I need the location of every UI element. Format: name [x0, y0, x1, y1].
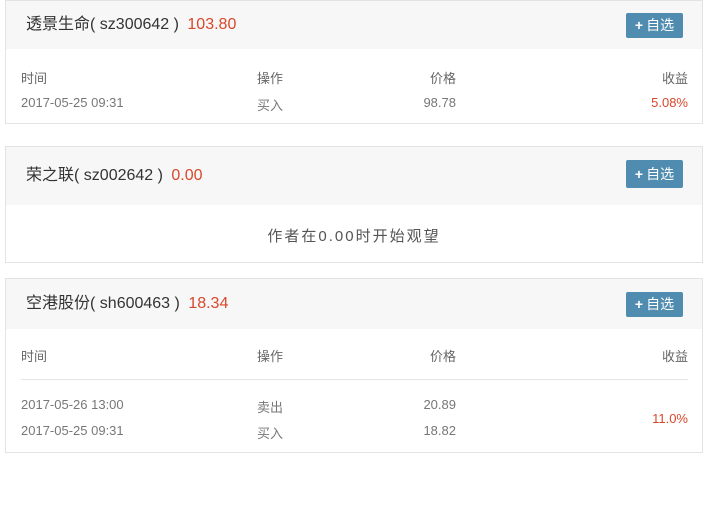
trade-price: 20.89: [423, 397, 456, 412]
trade-action: 买入: [257, 426, 284, 441]
plus-icon: +: [634, 166, 644, 182]
add-watchlist-label: 自选: [646, 296, 675, 312]
stock-title: 透景生命( sz300642 ) 103.80: [26, 1, 236, 49]
table-divider: [21, 379, 688, 380]
trade-profit: 5.08%: [651, 95, 688, 110]
stock-price: 103.80: [187, 16, 237, 33]
stock-card: 荣之联( sz002642 ) 0.00 + 自选 作者在0.00时开始观望: [5, 146, 703, 263]
card-header: 透景生命( sz300642 ) 103.80 + 自选: [6, 1, 702, 49]
column-header-time: 时间: [21, 71, 48, 86]
stock-name: 荣之联: [26, 167, 75, 184]
add-watchlist-button[interactable]: + 自选: [626, 292, 683, 317]
stock-card: 透景生命( sz300642 ) 103.80 + 自选 时间 操作 价格 收益 …: [5, 0, 703, 124]
stock-card: 空港股份( sh600463 ) 18.34 + 自选 时间 操作 价格 收益 2…: [5, 278, 703, 453]
column-header-action: 操作: [257, 71, 284, 86]
column-header-price: 价格: [429, 71, 456, 86]
stock-name: 空港股份: [26, 295, 91, 312]
watch-note: 作者在0.00时开始观望: [267, 228, 441, 245]
trade-time: 2017-05-25 09:31: [21, 95, 124, 110]
column-header-profit: 收益: [661, 349, 688, 364]
plus-icon: +: [634, 296, 644, 312]
card-header: 荣之联( sz002642 ) 0.00 + 自选: [6, 147, 702, 205]
column-header-action: 操作: [257, 349, 284, 364]
add-watchlist-label: 自选: [646, 17, 675, 33]
stock-title: 空港股份( sh600463 ) 18.34: [26, 279, 228, 329]
plus-icon: +: [634, 17, 644, 33]
trade-profit: 11.0%: [652, 411, 688, 426]
add-watchlist-button[interactable]: + 自选: [626, 13, 683, 38]
stock-code: ( sz300642 ): [90, 16, 179, 33]
stock-title: 荣之联( sz002642 ) 0.00: [26, 147, 203, 205]
stock-code: ( sz002642 ): [74, 167, 163, 184]
trade-time: 2017-05-25 09:31: [21, 423, 124, 438]
trade-price: 98.78: [423, 95, 456, 110]
trade-price: 18.82: [423, 423, 456, 438]
column-header-price: 价格: [429, 349, 456, 364]
stock-price: 18.34: [188, 295, 229, 312]
stock-price: 0.00: [171, 167, 203, 184]
card-header: 空港股份( sh600463 ) 18.34 + 自选: [6, 279, 702, 329]
column-header-profit: 收益: [661, 71, 688, 86]
column-header-time: 时间: [21, 349, 48, 364]
add-watchlist-button[interactable]: + 自选: [626, 160, 683, 188]
stock-name: 透景生命: [26, 16, 91, 33]
trade-time: 2017-05-26 13:00: [21, 397, 124, 412]
add-watchlist-label: 自选: [646, 166, 675, 182]
trade-action: 买入: [257, 98, 284, 113]
stock-code: ( sh600463 ): [90, 295, 180, 312]
trade-action: 卖出: [257, 400, 284, 415]
